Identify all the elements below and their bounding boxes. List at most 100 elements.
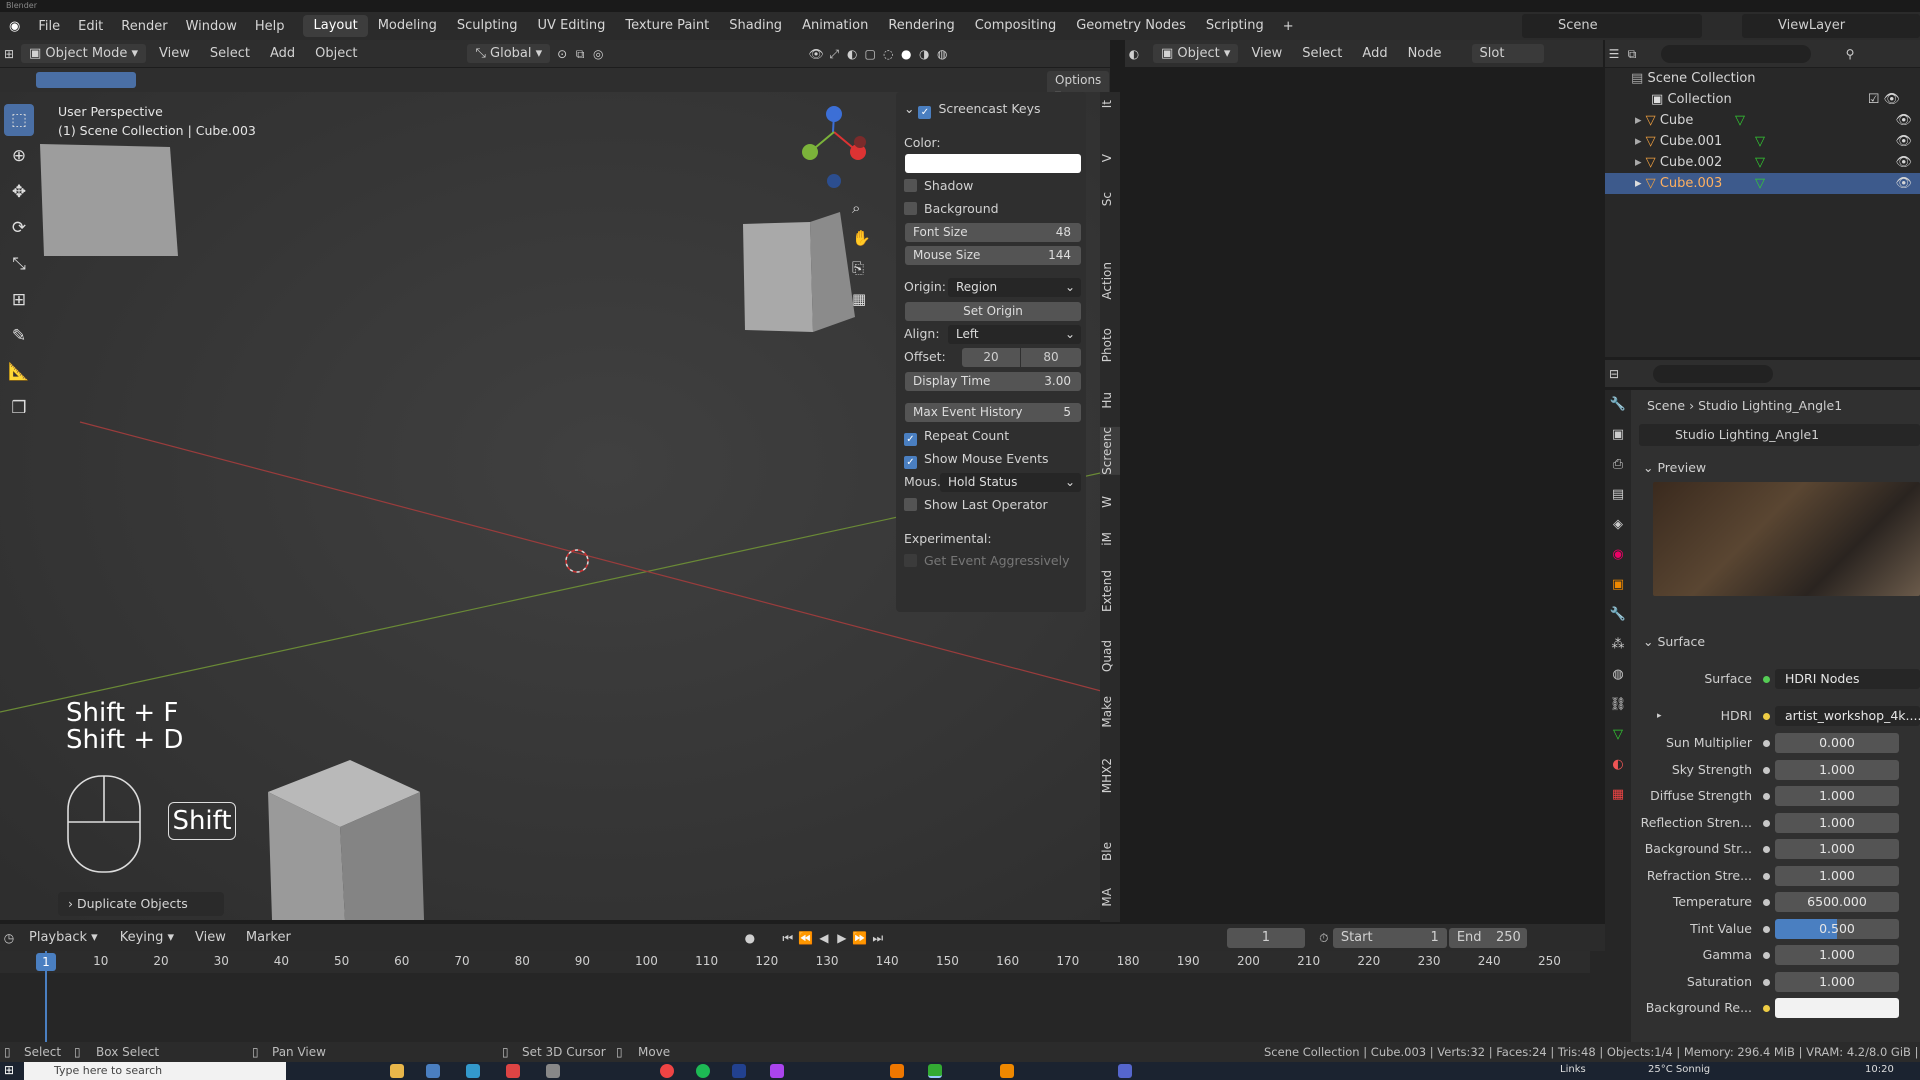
outliner-row-cube-001[interactable]: ▸ ▽ Cube.001 ▽ 👁 (1605, 131, 1920, 152)
app-icon-2[interactable] (466, 1064, 480, 1078)
play-icon[interactable]: ▶ (833, 929, 851, 947)
viewlayer-selector[interactable]: ViewLayer (1742, 14, 1920, 38)
property-value-field[interactable]: 1.000 (1775, 786, 1899, 806)
annotate-tool-icon[interactable]: ✎ (4, 320, 34, 352)
color-swatch[interactable] (905, 154, 1081, 173)
breadcrumb-scene[interactable]: Scene (1647, 398, 1685, 413)
tab-modeling[interactable]: Modeling (368, 15, 447, 37)
timeline-ruler[interactable]: 1102030405060708090100110120130140150160… (0, 951, 1590, 973)
mouse-size-field[interactable]: Mouse Size 144 (905, 246, 1081, 265)
menu-edit[interactable]: Edit (69, 19, 112, 34)
surface-panel-header[interactable]: ⌄ Surface (1643, 634, 1705, 649)
vp-menu-view[interactable]: View (149, 46, 200, 61)
proportional-edit-icon[interactable]: ◎ (589, 45, 607, 63)
filter-icon[interactable]: ⚲ (1841, 45, 1859, 63)
background-checkbox[interactable]: Background (904, 201, 999, 216)
menu-file[interactable]: File (29, 19, 69, 34)
tab-rendering[interactable]: Rendering (878, 15, 964, 37)
hdri-value[interactable]: artist_workshop_4k.... (1775, 706, 1920, 726)
node-menu-node[interactable]: Node (1398, 46, 1452, 61)
jump-end-icon[interactable]: ⏭ (869, 929, 887, 947)
outliner-row-collection[interactable]: ▣ Collection ☑ 👁 (1605, 89, 1920, 110)
taskbar-links[interactable]: Links (1560, 1064, 1586, 1075)
app-icon-6[interactable] (890, 1064, 904, 1078)
sidebar-tab-extend[interactable]: Extend (1100, 570, 1120, 612)
property-value-field[interactable]: 0.000 (1775, 733, 1899, 753)
property-value-field[interactable]: 1.000 (1775, 839, 1899, 859)
tab-texture-paint[interactable]: Texture Paint (615, 15, 719, 37)
timeline-type-icon[interactable]: ◷ (0, 929, 18, 947)
slot-dropdown[interactable]: Slot (1471, 44, 1544, 63)
output-tab-icon[interactable]: ⎙ (1605, 450, 1631, 480)
preview-panel-header[interactable]: ⌄ Preview (1643, 460, 1706, 475)
eye-icon[interactable]: 👁 (1895, 173, 1912, 194)
physics-tab-icon[interactable]: ◍ (1605, 660, 1631, 690)
eye-icon[interactable]: 👁 (1895, 131, 1912, 152)
property-value-field[interactable]: 1.000 (1775, 971, 1899, 992)
display-mode-icon[interactable]: ⧉ (1623, 45, 1641, 63)
show-last-operator-checkbox[interactable]: Show Last Operator (904, 497, 1048, 512)
breadcrumb-world[interactable]: Studio Lighting_Angle1 (1698, 398, 1842, 413)
sidebar-tab-make[interactable]: Make (1100, 696, 1120, 728)
node-menu-add[interactable]: Add (1352, 46, 1397, 61)
taskbar-weather[interactable]: 25°C Sonnig (1648, 1064, 1710, 1075)
font-size-field[interactable]: Font Size 48 (905, 223, 1081, 242)
property-value-field[interactable]: 0.500 (1775, 918, 1899, 939)
taskbar-search-input[interactable]: Type here to search (24, 1062, 286, 1080)
properties-search-input[interactable] (1653, 364, 1773, 383)
view-layer-tab-icon[interactable]: ▤ (1605, 480, 1631, 510)
chrome-icon[interactable] (660, 1064, 674, 1078)
taskbar-clock[interactable]: 10:20 (1865, 1064, 1894, 1075)
outliner-row-cube-003[interactable]: ▸ ▽ Cube.003 ▽ 👁 (1605, 173, 1920, 194)
app-icon-4[interactable] (546, 1064, 560, 1078)
eye-icon[interactable]: 👁 (1895, 110, 1912, 131)
snap-icon[interactable]: ⧉ (571, 45, 589, 63)
playback-menu[interactable]: Playback ▾ (21, 928, 106, 947)
measure-tool-icon[interactable]: 📐 (4, 356, 34, 388)
repeat-count-checkbox[interactable]: ✓ Repeat Count (904, 428, 1009, 446)
origin-dropdown[interactable]: Region ⌄ (948, 278, 1081, 297)
gizmo-icon[interactable]: ⤢ (825, 45, 843, 63)
shading-solid-icon[interactable]: ● (897, 45, 915, 63)
shader-editor-type-icon[interactable]: ◐ (1125, 45, 1143, 63)
tool-tab-icon[interactable]: 🔧 (1605, 390, 1631, 420)
add-workspace-icon[interactable]: + (1274, 19, 1303, 34)
outliner-row-scene-collection[interactable]: ▤ Scene Collection (1605, 68, 1920, 89)
jump-start-icon[interactable]: ⏮ (779, 929, 797, 947)
world-selector[interactable]: Studio Lighting_Angle1 (1639, 424, 1920, 446)
record-icon[interactable]: ● (741, 929, 759, 947)
render-tab-icon[interactable]: ▣ (1605, 420, 1631, 450)
vp-menu-object[interactable]: Object (305, 46, 367, 61)
next-key-icon[interactable]: ⏩ (851, 929, 869, 947)
sidebar-tab-v[interactable]: V (1100, 154, 1120, 162)
start-frame-field[interactable]: Start 1 (1332, 927, 1447, 948)
sidebar-tab-hu[interactable]: Hu (1100, 392, 1120, 409)
material-tab-icon[interactable]: ◐ (1605, 750, 1631, 780)
menu-window[interactable]: Window (177, 19, 246, 34)
scene-tab-icon[interactable]: ◈ (1605, 510, 1631, 540)
node-object-dropdown[interactable]: ▣ Object ▾ (1153, 44, 1239, 63)
scale-tool-icon[interactable]: ⤡ (4, 248, 34, 280)
offset-y-field[interactable]: 80 (1021, 348, 1081, 367)
mode-dropdown[interactable]: ▣ Object Mode ▾ (21, 44, 146, 63)
mouse-mode-dropdown[interactable]: Hold Status ⌄ (940, 473, 1081, 492)
outliner-type-icon[interactable]: ☰ (1605, 45, 1623, 63)
add-cube-tool-icon[interactable]: ❒ (4, 392, 34, 424)
sidebar-tab-action[interactable]: Action (1100, 262, 1120, 300)
end-frame-field[interactable]: End 250 (1448, 927, 1527, 948)
file-explorer-icon[interactable] (390, 1064, 404, 1078)
blender-logo-icon[interactable]: ◉ (0, 19, 29, 34)
menu-render[interactable]: Render (112, 19, 176, 34)
camera-icon[interactable]: ⎘ (852, 259, 864, 277)
sidebar-tab-ma[interactable]: MA (1100, 888, 1120, 907)
set-origin-button[interactable]: Set Origin (905, 302, 1081, 321)
sidebar-tab-it[interactable]: It (1100, 100, 1120, 108)
play-reverse-icon[interactable]: ◀ (815, 929, 833, 947)
modifier-tab-icon[interactable]: 🔧 (1605, 600, 1631, 630)
spotify-icon[interactable] (696, 1064, 710, 1078)
zoom-icon[interactable]: ⌕ (852, 199, 860, 217)
data-tab-icon[interactable]: ▽ (1605, 720, 1631, 750)
sidebar-tab-w[interactable]: W (1100, 496, 1120, 508)
blender-taskbar-icon-2[interactable] (1000, 1064, 1014, 1078)
sidebar-tab-quad[interactable]: Quad (1100, 640, 1120, 672)
